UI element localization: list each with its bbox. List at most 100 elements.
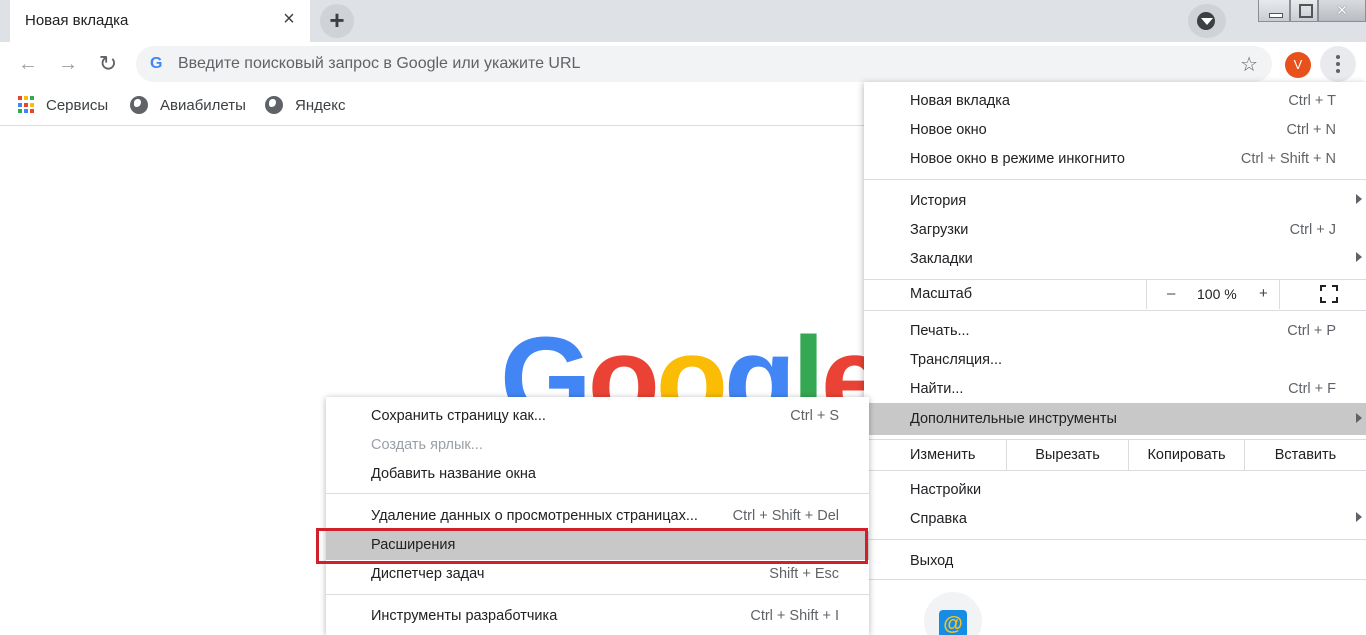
bookmark-flights[interactable]: Авиабилеты <box>130 96 246 114</box>
close-icon[interactable]: × <box>280 9 298 29</box>
new-tab-button[interactable]: + <box>320 4 354 38</box>
zoom-out-button[interactable]: – <box>1167 285 1175 302</box>
copy-button[interactable]: Копировать <box>1128 440 1244 470</box>
bookmark-apps[interactable]: Сервисы <box>18 96 108 114</box>
tab-strip: Новая вкладка × + <box>0 0 1366 42</box>
globe-icon <box>130 96 148 114</box>
browser-window: Новая вкладка × + ← → ↻ G Введите поиско… <box>0 0 1366 635</box>
menu-divider <box>326 594 869 595</box>
tab-new-tab[interactable]: Новая вкладка × <box>10 0 310 42</box>
submenu-item-window-name[interactable]: Добавить название окна <box>326 460 869 489</box>
submenu-arrow-icon <box>1356 194 1362 204</box>
menu-item-print[interactable]: Печать... Ctrl + P <box>864 317 1366 346</box>
submenu-item-task-manager[interactable]: Диспетчер задач Shift + Esc <box>326 560 869 589</box>
edit-row: Изменить Вырезать Копировать Вставить <box>864 440 1366 470</box>
fullscreen-icon[interactable] <box>1320 285 1338 303</box>
menu-item-label: Настройки <box>910 482 982 498</box>
cut-button[interactable]: Вырезать <box>1006 440 1128 470</box>
bookmark-yandex[interactable]: Яндекс <box>265 96 345 114</box>
zoom-row: Масштаб – 100 % + <box>864 279 1366 309</box>
minimize-button[interactable] <box>1258 0 1290 22</box>
submenu-item-label: Добавить название окна <box>371 466 536 482</box>
avatar[interactable]: V <box>1285 52 1311 78</box>
submenu-item-dev-tools[interactable]: Инструменты разработчика Ctrl + Shift + … <box>326 602 869 631</box>
submenu-arrow-icon <box>1356 512 1362 522</box>
chrome-main-menu: Новая вкладка Ctrl + T Новое окно Ctrl +… <box>864 82 1366 635</box>
submenu-item-clear-data[interactable]: Удаление данных о просмотренных страница… <box>326 502 869 531</box>
menu-item-shortcut: Ctrl + P <box>1287 323 1336 339</box>
menu-item-settings[interactable]: Настройки <box>864 476 1366 505</box>
menu-divider <box>326 493 869 494</box>
menu-divider <box>864 579 1366 580</box>
menu-item-label: Дополнительные инструменты <box>910 411 1117 427</box>
reload-icon[interactable]: ↻ <box>94 50 122 78</box>
highlight-frame <box>316 528 868 564</box>
menu-item-downloads[interactable]: Загрузки Ctrl + J <box>864 216 1366 245</box>
apps-grid-icon <box>18 96 36 114</box>
submenu-item-label: Инструменты разработчика <box>371 608 558 624</box>
tab-search-icon[interactable] <box>1188 4 1226 38</box>
address-placeholder[interactable]: Введите поисковый запрос в Google или ук… <box>178 55 580 73</box>
zoom-value: 100 % <box>1197 286 1237 302</box>
back-arrow-icon[interactable]: ← <box>14 50 42 78</box>
menu-item-new-tab[interactable]: Новая вкладка Ctrl + T <box>864 87 1366 116</box>
menu-item-label: Загрузки <box>910 222 969 238</box>
menu-item-label: Выход <box>910 553 954 569</box>
submenu-item-save-page[interactable]: Сохранить страницу как... Ctrl + S <box>326 402 869 431</box>
more-tools-submenu: Сохранить страницу как... Ctrl + S Созда… <box>326 397 869 635</box>
submenu-item-label: Создать ярлык... <box>371 437 483 453</box>
zoom-label: Масштаб <box>910 286 973 302</box>
menu-item-label: Закладки <box>910 251 973 267</box>
submenu-item-label: Сохранить страницу как... <box>371 408 546 424</box>
bookmark-label: Яндекс <box>295 96 346 114</box>
zoom-controls: – 100 % + <box>1146 279 1280 309</box>
edit-label: Изменить <box>910 447 976 463</box>
menu-item-exit[interactable]: Выход <box>864 547 1366 576</box>
menu-item-history[interactable]: История <box>864 187 1366 216</box>
menu-item-label: Справка <box>910 511 967 527</box>
submenu-item-label: Диспетчер задач <box>371 566 485 582</box>
menu-item-label: Новая вкладка <box>910 93 1010 109</box>
menu-item-label: Найти... <box>910 381 964 397</box>
menu-item-shortcut: Ctrl + T <box>1288 93 1336 109</box>
menu-item-cast[interactable]: Трансляция... <box>864 346 1366 375</box>
zoom-in-button[interactable]: + <box>1259 285 1268 302</box>
mail-at-icon: @ <box>939 610 967 635</box>
submenu-item-shortcut: Shift + Esc <box>769 566 839 582</box>
menu-item-shortcut: Ctrl + N <box>1286 122 1336 138</box>
address-bar[interactable]: G Введите поисковый запрос в Google или … <box>136 46 1272 82</box>
submenu-item-shortcut: Ctrl + Shift + I <box>750 608 839 624</box>
bookmark-label: Сервисы <box>46 96 109 114</box>
menu-item-shortcut: Ctrl + Shift + N <box>1240 151 1336 167</box>
chrome-menu-button[interactable] <box>1320 46 1356 82</box>
submenu-item-shortcut: Ctrl + Shift + Del <box>732 508 839 524</box>
submenu-item-shortcut: Ctrl + S <box>790 408 839 424</box>
menu-item-label: История <box>910 193 967 209</box>
menu-item-new-window[interactable]: Новое окно Ctrl + N <box>864 116 1366 145</box>
submenu-arrow-icon <box>1356 413 1362 423</box>
menu-item-label: Трансляция... <box>910 352 1003 368</box>
bookmark-star-icon[interactable]: ☆ <box>1240 52 1258 77</box>
menu-item-bookmarks[interactable]: Закладки <box>864 245 1366 274</box>
menu-item-find[interactable]: Найти... Ctrl + F <box>864 375 1366 404</box>
maximize-button[interactable] <box>1290 0 1318 22</box>
menu-divider <box>864 310 1366 311</box>
window-controls <box>1258 0 1366 22</box>
bookmarks-bar: Сервисы Авиабилеты Яндекс <box>0 86 864 126</box>
menu-item-label: Новое окно в режиме инкогнито <box>910 151 1125 167</box>
menu-item-shortcut: Ctrl + J <box>1289 222 1336 238</box>
menu-item-shortcut: Ctrl + F <box>1288 381 1336 397</box>
menu-item-help[interactable]: Справка <box>864 505 1366 534</box>
menu-item-incognito[interactable]: Новое окно в режиме инкогнито Ctrl + Shi… <box>864 145 1366 174</box>
submenu-item-label: Удаление данных о просмотренных страница… <box>371 508 698 524</box>
paste-button[interactable]: Вставить <box>1244 440 1366 470</box>
menu-item-more-tools[interactable]: Дополнительные инструменты <box>864 403 1366 435</box>
submenu-item-create-shortcut[interactable]: Создать ярлык... <box>326 431 869 460</box>
forward-arrow-icon[interactable]: → <box>54 50 82 78</box>
bookmark-label: Авиабилеты <box>160 96 246 114</box>
tab-title: Новая вкладка <box>25 12 129 29</box>
window-close-button[interactable] <box>1318 0 1366 22</box>
mail-ru-shortcut[interactable]: @ <box>924 592 982 635</box>
toolbar: ← → ↻ G Введите поисковый запрос в Googl… <box>0 42 1366 86</box>
google-g-icon: G <box>150 55 163 72</box>
